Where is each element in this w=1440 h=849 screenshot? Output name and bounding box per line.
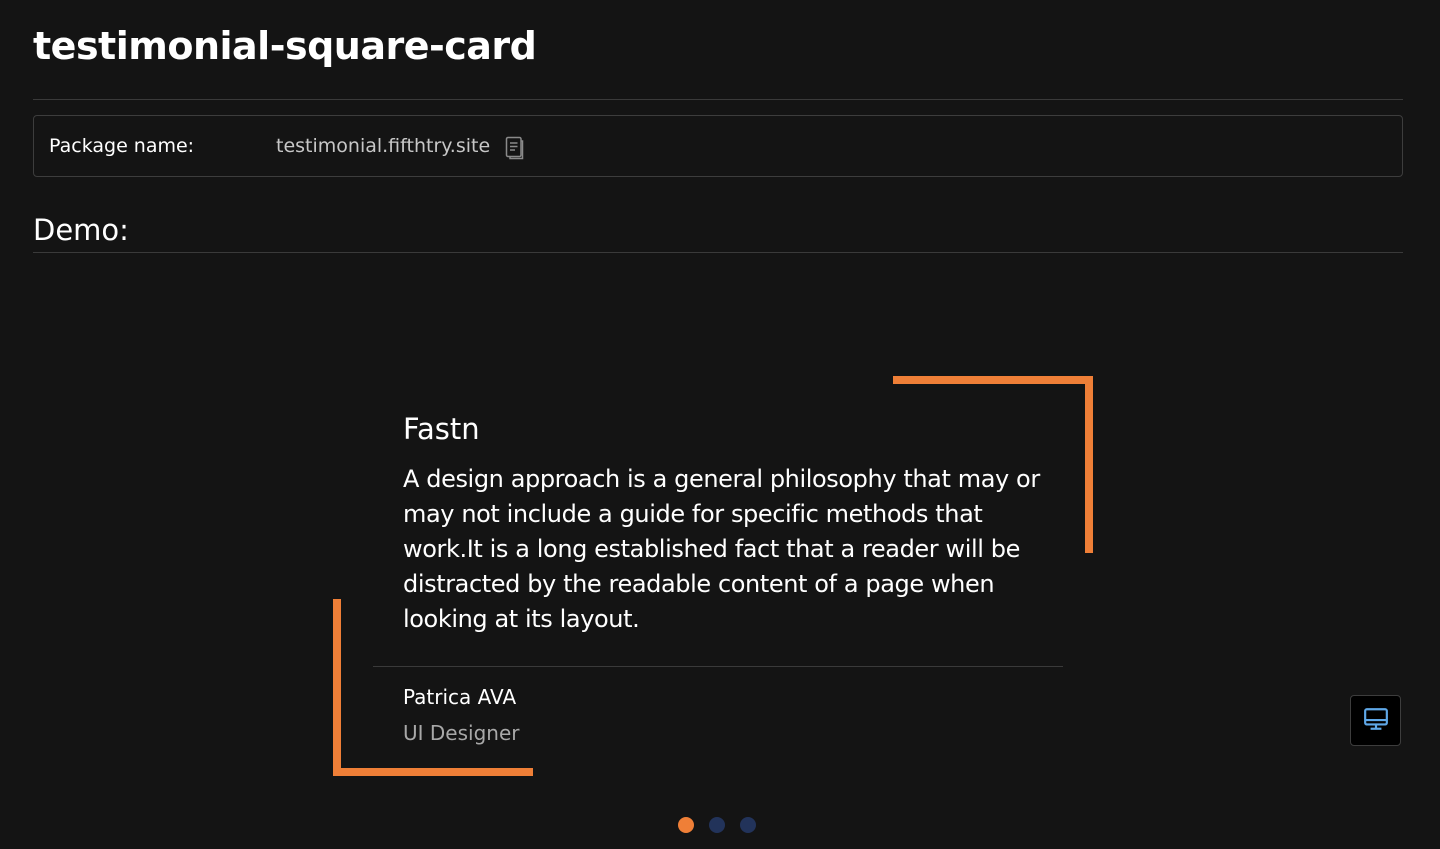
desktop-icon (1363, 706, 1389, 736)
carousel-dot-3[interactable] (740, 817, 756, 833)
package-name-box: Package name: testimonial.fifthtry.site (33, 115, 1403, 177)
package-name-value[interactable]: testimonial.fifthtry.site (276, 134, 490, 158)
carousel-dot-2[interactable] (709, 817, 725, 833)
page-title: testimonial-square-card (33, 24, 537, 68)
title-divider (33, 99, 1403, 100)
carousel-dot-1[interactable] (678, 817, 694, 833)
testimonial-body: A design approach is a general philosoph… (403, 465, 1040, 633)
demo-heading: Demo: (33, 213, 129, 247)
testimonial-divider (373, 666, 1063, 667)
demo-divider (33, 252, 1403, 253)
author-role: UI Designer (403, 721, 520, 745)
carousel-dots (678, 817, 756, 833)
device-toggle-button[interactable] (1350, 695, 1401, 746)
package-name-label: Package name: (49, 135, 195, 157)
testimonial-title: Fastn (403, 412, 480, 446)
copy-icon[interactable] (502, 134, 526, 160)
author-name: Patrica AVA (403, 685, 517, 709)
